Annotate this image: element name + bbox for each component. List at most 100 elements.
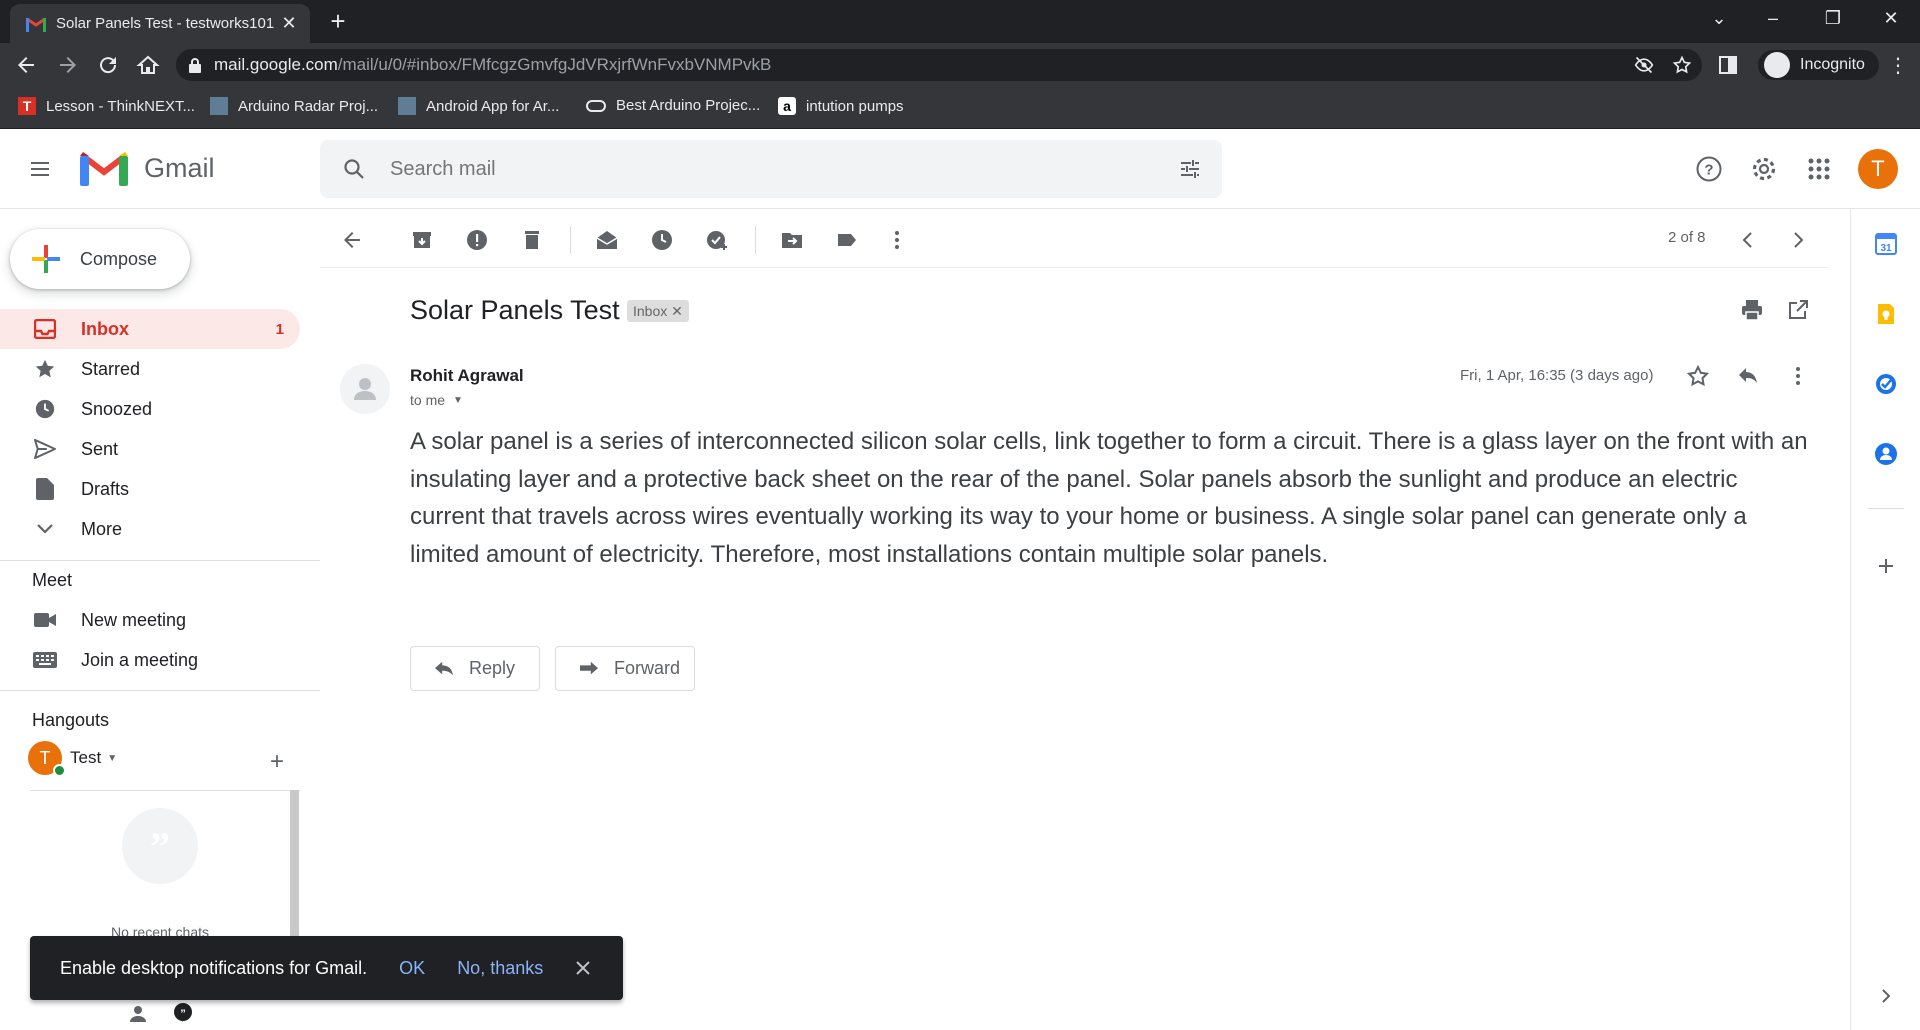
report-spam-icon[interactable]	[465, 228, 489, 252]
tab-title: Solar Panels Test - testworks1010	[56, 15, 274, 32]
show-details-arrow-icon[interactable]: ▼	[453, 395, 463, 406]
browser-tab[interactable]: Solar Panels Test - testworks1010 ✕	[10, 4, 310, 43]
nav-snoozed[interactable]: Snoozed	[0, 389, 300, 429]
hangouts-quote-icon: ”	[122, 808, 198, 884]
bookmark-item[interactable]: Arduino Radar Proj...	[210, 97, 378, 115]
add-to-tasks-icon[interactable]	[705, 228, 729, 252]
home-icon[interactable]	[136, 53, 160, 77]
compose-button[interactable]: Compose	[10, 229, 190, 289]
nav-starred[interactable]: Starred	[0, 349, 300, 389]
more-options-icon[interactable]	[885, 228, 909, 252]
search-icon[interactable]	[342, 157, 366, 181]
close-window-button[interactable]: ✕	[1876, 8, 1906, 29]
gmail-brand: Gmail	[144, 153, 215, 183]
side-panel-icon[interactable]	[1718, 55, 1738, 75]
chat-list-scrollbar[interactable]	[290, 790, 299, 940]
forward-arrow-icon[interactable]	[56, 53, 80, 77]
search-options-icon[interactable]	[1178, 157, 1202, 181]
address-bar[interactable]: mail.google.com/mail/u/0/#inbox/FMfcgzGm…	[176, 49, 1702, 81]
star-message-icon[interactable]	[1686, 364, 1710, 388]
open-in-new-window-icon[interactable]	[1786, 298, 1810, 322]
google-contacts-icon[interactable]	[1874, 442, 1898, 466]
expand-side-panel-chevron-icon[interactable]	[1874, 984, 1898, 1008]
reply-arrow-icon[interactable]	[1736, 364, 1760, 388]
google-keep-icon[interactable]	[1874, 302, 1898, 326]
bookmarks-bar: T Lesson - ThinkNEXT... Arduino Radar Pr…	[0, 87, 1920, 129]
nav-inbox[interactable]: Inbox 1	[0, 309, 300, 349]
join-meeting-item[interactable]: Join a meeting	[0, 640, 300, 680]
nav-sent[interactable]: Sent	[0, 429, 300, 469]
next-message-chevron-icon[interactable]	[1786, 228, 1810, 252]
calendar-day-number: 31	[1880, 243, 1892, 254]
forward-icon	[580, 661, 598, 674]
send-icon	[33, 437, 57, 461]
svg-text:?: ?	[1704, 162, 1713, 179]
sender-avatar[interactable]	[340, 364, 390, 414]
inbox-icon	[33, 317, 57, 341]
snackbar-close-icon[interactable]	[575, 960, 591, 976]
lock-icon[interactable]	[188, 57, 202, 73]
snackbar-dismiss-button[interactable]: No, thanks	[457, 958, 543, 979]
nav-drafts[interactable]: Drafts	[0, 469, 300, 509]
new-conversation-plus-icon[interactable]: +	[270, 748, 284, 776]
message-more-options-icon[interactable]	[1786, 364, 1810, 388]
nav-label: Snoozed	[81, 398, 153, 419]
new-tab-button[interactable]: +	[326, 8, 350, 34]
instructables-icon	[210, 97, 228, 115]
hangouts-status-selector[interactable]: T Test ▼	[28, 741, 117, 777]
bookmark-item[interactable]: Best Arduino Projec...	[586, 97, 760, 114]
message-body: A solar panel is a series of interconnec…	[410, 428, 1808, 568]
hangouts-chat-icon[interactable]: ”	[172, 1002, 194, 1024]
svg-text:”: ”	[150, 824, 170, 869]
remove-label-icon[interactable]: ✕	[671, 303, 683, 319]
incognito-badge[interactable]: Incognito	[1758, 50, 1879, 80]
restore-button[interactable]: ❐	[1818, 8, 1848, 29]
apps-grid-icon[interactable]	[1805, 155, 1833, 183]
back-to-inbox-icon[interactable]	[340, 228, 364, 252]
google-calendar-icon[interactable]: 31	[1874, 232, 1898, 256]
bookmark-star-icon[interactable]	[1672, 55, 1692, 75]
reply-button[interactable]: Reply	[410, 646, 540, 691]
nav-more[interactable]: More	[0, 509, 300, 549]
mark-unread-icon[interactable]	[595, 228, 619, 252]
google-tasks-icon[interactable]	[1874, 372, 1898, 396]
new-meeting-item[interactable]: New meeting	[0, 600, 300, 640]
bookmark-item[interactable]: a intution pumps	[778, 97, 904, 115]
main-menu-icon[interactable]	[28, 157, 52, 181]
recipient-details[interactable]: to me ▼	[410, 392, 463, 408]
incognito-icon	[1764, 52, 1790, 78]
account-avatar[interactable]: T	[1858, 149, 1898, 189]
reload-icon[interactable]	[96, 53, 120, 77]
forward-button[interactable]: Forward	[555, 646, 695, 691]
search-input[interactable]	[390, 140, 1150, 198]
instructables-icon	[398, 97, 416, 115]
gmail-logo-icon[interactable]	[80, 152, 128, 188]
label-tag-icon[interactable]	[835, 228, 859, 252]
minimize-button[interactable]: –	[1758, 8, 1788, 29]
bookmark-item[interactable]: Android App for Ar...	[398, 97, 559, 115]
bookmark-label: Best Arduino Projec...	[616, 97, 761, 114]
nav-divider	[0, 560, 320, 561]
archive-icon[interactable]	[410, 228, 434, 252]
browser-menu-icon[interactable]: ⋮	[1888, 53, 1908, 78]
bookmark-item[interactable]: T Lesson - ThinkNEXT...	[18, 97, 195, 115]
previous-message-chevron-icon[interactable]	[1736, 228, 1760, 252]
print-icon[interactable]	[1740, 298, 1764, 322]
browser-toolbar: mail.google.com/mail/u/0/#inbox/FMfcgzGm…	[0, 43, 1920, 87]
settings-gear-icon[interactable]	[1750, 155, 1778, 183]
move-to-folder-icon[interactable]	[780, 228, 804, 252]
url-path: /mail/u/0/#inbox/FMfcgzGmvfgJdVRxjrfWnFv…	[337, 55, 772, 74]
contacts-person-icon[interactable]	[128, 1004, 148, 1024]
snackbar-ok-button[interactable]: OK	[399, 958, 425, 979]
back-arrow-icon[interactable]	[14, 53, 38, 77]
nav-label: Inbox	[81, 318, 129, 339]
inbox-label-chip[interactable]: Inbox ✕	[627, 300, 689, 322]
sender-name[interactable]: Rohit Agrawal	[410, 366, 524, 386]
help-icon[interactable]: ?	[1695, 155, 1723, 183]
close-tab-icon[interactable]: ✕	[280, 13, 298, 34]
get-addons-plus-icon[interactable]	[1874, 554, 1898, 578]
delete-trash-icon[interactable]	[520, 228, 544, 252]
tab-search-icon[interactable]: ⌄	[1704, 8, 1734, 29]
snooze-clock-icon[interactable]	[650, 228, 674, 252]
eye-off-icon[interactable]	[1634, 55, 1654, 75]
